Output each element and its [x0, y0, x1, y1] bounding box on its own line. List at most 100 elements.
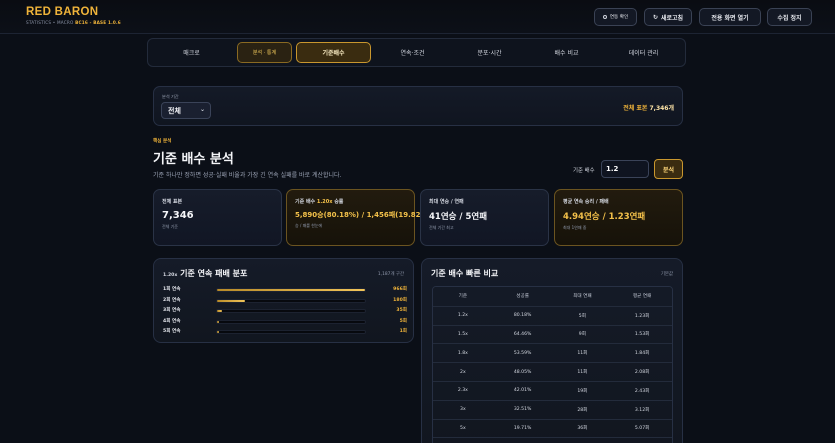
card-value: 41연승 / 5연패: [429, 212, 488, 222]
tab-multiplier-compare[interactable]: 배수 비교: [529, 42, 604, 63]
streak-row-label: 4회 연속: [163, 318, 181, 324]
page-title: 기준 배수 분석: [153, 152, 234, 167]
brand-title: RED BARON: [26, 6, 99, 18]
table-cell: 9회: [578, 332, 586, 338]
table-cell: 53.59%: [513, 350, 532, 356]
streak-bar-fill: [217, 289, 365, 291]
period-select-value: 전체: [168, 106, 181, 115]
tab-data-management[interactable]: 데이터 관리: [606, 42, 681, 63]
card-value: 4.94연승 / 1.23연패: [563, 212, 646, 222]
card-value: 5,890승(80.18%) / 1,456패(19.82%): [295, 211, 431, 219]
loss-streak-title: 1.20x 기준 연속 패배 분포: [163, 268, 247, 279]
streak-row: 2회 연속 180회: [163, 297, 407, 305]
card-sub: 승 / 패를 한눈에: [295, 223, 323, 228]
tab-streak-condition[interactable]: 연속·조건: [375, 42, 450, 63]
card-label: 전체 표본: [162, 199, 183, 205]
streak-bar-track: [216, 309, 366, 314]
status-dot-icon: [602, 15, 607, 19]
streak-bar-track: [216, 288, 366, 292]
period-select[interactable]: 전체 ⌄: [161, 102, 211, 119]
streak-row-value: 1회: [399, 329, 407, 335]
table-row: 1.5x 64.46% 9회 1.53회: [433, 324, 672, 344]
card-label-mult: 1.20x: [316, 199, 333, 205]
streak-row-label: 3회 연속: [163, 308, 181, 314]
total-sample: 전체 표본 7,346개: [623, 103, 674, 112]
table-cell: 80.18%: [513, 313, 532, 319]
table-cell: 1.5x: [457, 331, 468, 337]
tab-base-multiplier[interactable]: 기준배수: [296, 42, 371, 63]
period-filter-bar: 분석 기간 전체 ⌄ 전체 표본 7,346개: [153, 86, 683, 126]
table-cell: 1.8x: [457, 350, 468, 356]
card-label: 기준 배수 1.20x 승률: [295, 198, 406, 205]
table-cell: 3x: [460, 407, 466, 413]
streak-row-value: 180회: [393, 297, 407, 303]
streak-row: 3회 연속 35회: [163, 307, 407, 315]
full-screen-button[interactable]: 전용 화면 열기: [699, 8, 761, 26]
table-cell: 5.07회: [634, 426, 650, 432]
streak-bar-track: [216, 330, 366, 335]
card-label: 평균 연속 승리 / 패배: [563, 199, 609, 205]
page-description: 기준 하나만 정하면 성공·실패 비율과 가장 긴 연속 실패를 바로 계산합니…: [153, 172, 342, 179]
brand-version: BC16 - BASE 1.0.6: [75, 20, 121, 25]
streak-bar-fill: [217, 320, 220, 323]
link-check-button[interactable]: 연동 확인: [594, 8, 637, 26]
tab-macro[interactable]: 매크로: [153, 42, 230, 63]
stop-collection-button[interactable]: 수집 정지: [767, 8, 812, 26]
refresh-icon: ↻: [652, 13, 658, 21]
streak-row: 1회 연속 966회: [163, 286, 407, 294]
table-row: 2x 48.05% 11회 2.08회: [433, 362, 672, 381]
table-header-cell: 최대 연패: [573, 294, 592, 300]
table-cell: 3.12회: [634, 407, 650, 413]
table-cell: 11회: [577, 351, 588, 357]
refresh-label: 새로고침: [660, 14, 684, 22]
streak-bar-track: [216, 298, 366, 303]
table-cell: 19.71%: [513, 425, 532, 431]
table-body: 1.2x 80.18% 5회 1.23회 1.5x 64.46% 9회 1.53회 1.8x 53…: [433, 305, 672, 443]
streak-bar-fill: [217, 299, 245, 302]
brand-subtitle: STATISTICS • MACRO BC16 - BASE 1.0.6: [26, 20, 121, 25]
table-cell: 2.08회: [634, 370, 650, 376]
top-bar: RED BARON STATISTICS • MACRO BC16 - BASE…: [0, 0, 835, 34]
table-row: 1.8x 53.59% 11회 1.84회: [433, 343, 672, 362]
table-cell: 42.01%: [513, 388, 532, 394]
card-sub: 전체 기간 최고: [429, 225, 454, 230]
compare-note: 기본값: [660, 272, 673, 277]
multiplier-input[interactable]: 1.2: [601, 160, 649, 178]
table-cell: 5회: [578, 313, 586, 319]
table-cell: 1.2x: [457, 313, 468, 319]
table-cell: 11회: [577, 370, 588, 376]
table-row: 10x9.95%27회10.13회: [433, 437, 672, 443]
brand-subtitle-prefix: STATISTICS • MACRO: [26, 20, 76, 25]
table-cell: 28회: [577, 407, 588, 413]
streak-row: 4회 연속 5회: [163, 318, 407, 326]
table-header-cell: 성공률: [516, 294, 529, 300]
analyze-button[interactable]: 분석: [654, 159, 683, 179]
refresh-button[interactable]: ↻ 새로고침: [644, 8, 692, 26]
streak-row-label: 5회 연속: [163, 329, 181, 335]
table-cell: 48.05%: [513, 369, 532, 375]
brand: RED BARON STATISTICS • MACRO BC16 - BASE…: [26, 6, 121, 25]
loss-streak-panel: 1.20x 기준 연속 패배 분포 1,187개 구간 1회 연속 966회 2회 …: [153, 258, 414, 343]
table-cell: 2.43회: [634, 388, 650, 394]
table-cell: 36회: [577, 426, 588, 432]
streak-row-value: 35회: [396, 308, 407, 314]
table-cell: 32.51%: [513, 407, 532, 413]
table-row: 1.2x 80.18% 5회 1.23회: [433, 305, 672, 325]
loss-streak-note: 1,187개 구간: [377, 272, 404, 277]
multiplier-compare-panel: 기준 배수 빠른 비교 기본값 기준 성공률 최대 연패 평균 연패 1.2x 8…: [421, 258, 683, 443]
streak-row-value: 966회: [393, 287, 407, 292]
card-value: 7,346: [162, 210, 194, 221]
table-cell: 1.23회: [634, 313, 650, 319]
main-nav: 매크로 분석 · 통계 기준배수 연속·조건 분포·시간 배수 비교 데이터 관…: [147, 38, 686, 67]
tab-analysis-stats[interactable]: 분석 · 통계: [237, 42, 292, 63]
card-win-rate: 기준 배수 1.20x 승률 5,890승(80.18%) / 1,456패(1…: [286, 189, 431, 246]
table-cell: 2.3x: [457, 388, 468, 394]
table-row: 3x 32.51% 28회 3.12회: [433, 399, 672, 419]
total-sample-label: 전체 표본: [623, 105, 648, 112]
tab-distribution-time[interactable]: 분포·시간: [452, 42, 527, 63]
link-check-label: 연동 확인: [609, 15, 629, 20]
streak-row: 5회 연속 1회: [163, 328, 407, 336]
chevron-down-icon: ⌄: [199, 106, 205, 113]
table-cell: 1.84회: [634, 351, 650, 357]
table-cell: 19회: [577, 388, 588, 394]
